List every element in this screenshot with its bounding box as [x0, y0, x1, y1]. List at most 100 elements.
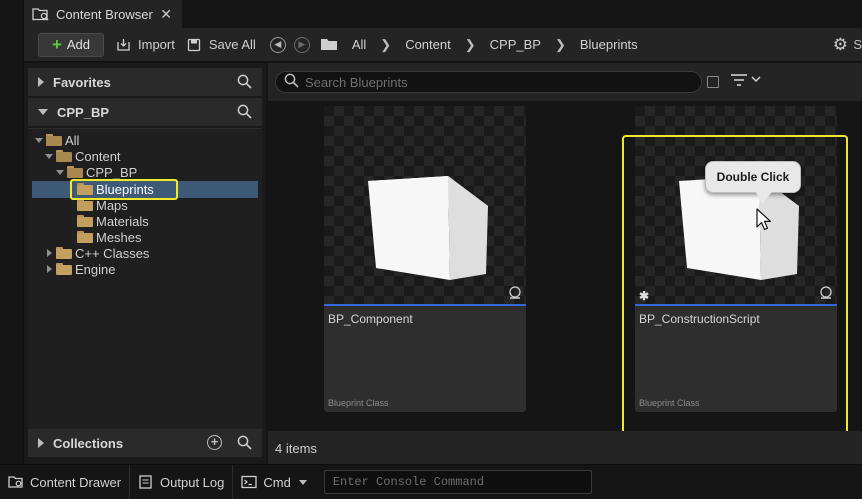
search-icon[interactable]: [237, 435, 252, 453]
console-input[interactable]: [332, 475, 583, 489]
tree-item-cpp-bp[interactable]: CPP_BP: [55, 164, 137, 180]
blueprints-highlight-box: [70, 179, 178, 200]
tree-item-label: Content: [75, 148, 121, 164]
tree-expand-icon[interactable]: [34, 135, 44, 145]
content-drawer-button[interactable]: Content Drawer: [0, 464, 131, 499]
tree-item-label: Materials: [96, 213, 149, 229]
history-nav: ◀ ▶: [269, 36, 318, 53]
plus-icon: +: [51, 35, 62, 54]
tree-item-engine[interactable]: Engine: [44, 261, 115, 277]
toolbar: + Add Import Save All ◀ ▶ All ❯ Content …: [24, 28, 862, 62]
tree-item-materials[interactable]: Materials: [65, 213, 149, 229]
search-icon: [284, 73, 299, 91]
folder-icon[interactable]: [320, 38, 338, 51]
items-count: 4 items: [275, 441, 317, 456]
cmd-dropdown[interactable]: Cmd: [233, 465, 314, 499]
filter-icon[interactable]: [730, 73, 761, 87]
forward-arrow-icon[interactable]: ▶: [293, 36, 310, 53]
content-drawer-icon: [8, 475, 24, 489]
project-label: CPP_BP: [57, 104, 110, 120]
add-button[interactable]: + Add: [38, 32, 104, 57]
tree-expand-icon[interactable]: [55, 167, 65, 177]
save-search-icon[interactable]: [707, 76, 719, 88]
project-header[interactable]: CPP_BP: [28, 98, 262, 126]
tab-title: Content Browser: [56, 6, 153, 22]
breadcrumb-content[interactable]: Content: [405, 37, 451, 52]
close-icon[interactable]: ✕: [160, 6, 172, 23]
back-arrow-icon[interactable]: ◀: [269, 36, 286, 53]
folder-icon: [77, 199, 93, 211]
left-dock-strip: [0, 0, 24, 464]
breadcrumb-all[interactable]: All: [352, 37, 366, 52]
expand-arrow-icon: [38, 438, 44, 448]
asset-view: BP_Component Blueprint Class ✱ BP_Constr…: [268, 63, 862, 464]
search-input[interactable]: [305, 74, 685, 90]
breadcrumb-separator-icon: ❯: [380, 36, 392, 52]
asset-color-strip: [324, 304, 526, 306]
expand-arrow-icon: [38, 77, 44, 87]
save-all-button[interactable]: Save All: [187, 33, 256, 57]
add-collection-icon[interactable]: +: [207, 435, 222, 450]
folder-tree: All Content CPP_BP Blueprints Maps Mater…: [28, 128, 262, 429]
folder-open-icon: [46, 134, 62, 146]
content-browser-icon: [32, 7, 50, 21]
settings-label[interactable]: S: [853, 37, 862, 52]
gear-icon[interactable]: ⚙: [833, 35, 848, 55]
status-bar: Content Drawer Output Log Cmd: [0, 464, 862, 499]
tree-item-meshes[interactable]: Meshes: [65, 229, 142, 245]
globe-icon: [508, 286, 522, 300]
output-log-button[interactable]: Output Log: [130, 464, 234, 499]
tree-item-cpp-classes[interactable]: C++ Classes: [44, 245, 149, 261]
double-click-tooltip: Double Click: [705, 161, 801, 193]
terminal-icon: [241, 475, 258, 489]
tree-item-label: C++ Classes: [75, 245, 150, 261]
asset-thumbnail: [324, 106, 526, 304]
favorites-header[interactable]: Favorites: [28, 68, 262, 96]
folder-open-icon: [67, 166, 83, 178]
collections-label: Collections: [53, 435, 124, 451]
save-all-label: Save All: [208, 37, 256, 52]
asset-tile-bp-component[interactable]: BP_Component Blueprint Class: [324, 106, 526, 412]
asset-grid: BP_Component Blueprint Class ✱ BP_Constr…: [268, 101, 862, 431]
console-command-field[interactable]: [323, 470, 592, 494]
breadcrumb-separator-icon: ❯: [554, 36, 566, 52]
tab-content-browser[interactable]: Content Browser ✕: [24, 0, 182, 28]
tree-item-label: Meshes: [96, 229, 142, 245]
chevron-down-icon: [298, 479, 307, 485]
folder-icon: [77, 231, 93, 243]
import-button[interactable]: Import: [116, 33, 175, 57]
tree-item-label: Engine: [75, 261, 116, 277]
folder-open-icon: [56, 150, 72, 162]
breadcrumb-cpp-bp[interactable]: CPP_BP: [490, 37, 541, 52]
collapse-arrow-icon: [38, 109, 48, 115]
search-icon[interactable]: [237, 104, 252, 122]
sources-panel: Favorites CPP_BP All Content CPP_BP Blue…: [24, 63, 266, 464]
tree-item-all[interactable]: All: [34, 132, 79, 148]
tree-expand-icon[interactable]: [44, 151, 54, 161]
asset-name: BP_Component: [328, 312, 413, 326]
tooltip-tail: [756, 192, 772, 204]
tree-item-label: CPP_BP: [86, 164, 138, 180]
folder-icon: [56, 263, 72, 275]
breadcrumb-separator-icon: ❯: [464, 36, 476, 52]
folder-icon: [77, 215, 93, 227]
search-icon[interactable]: [237, 74, 252, 92]
tree-item-label: All: [65, 132, 80, 148]
cmd-label: Cmd: [263, 474, 291, 490]
search-bar[interactable]: [275, 71, 702, 93]
tree-item-content[interactable]: Content: [44, 148, 121, 164]
collections-header[interactable]: Collections +: [28, 429, 262, 457]
content-drawer-label: Content Drawer: [30, 474, 122, 490]
tree-expand-icon[interactable]: [44, 248, 54, 258]
add-button-label: Add: [66, 37, 91, 52]
cube-mesh-icon: [368, 176, 488, 280]
breadcrumb-blueprints[interactable]: Blueprints: [580, 37, 638, 52]
chevron-down-icon: [751, 74, 761, 86]
favorites-label: Favorites: [53, 74, 111, 90]
cpp-folder-icon: [56, 247, 72, 259]
mouse-cursor-icon: [756, 208, 772, 232]
asset-type: Blueprint Class: [328, 398, 389, 408]
output-log-icon: [138, 475, 154, 489]
import-icon: [116, 38, 132, 52]
tree-expand-icon[interactable]: [44, 264, 54, 274]
